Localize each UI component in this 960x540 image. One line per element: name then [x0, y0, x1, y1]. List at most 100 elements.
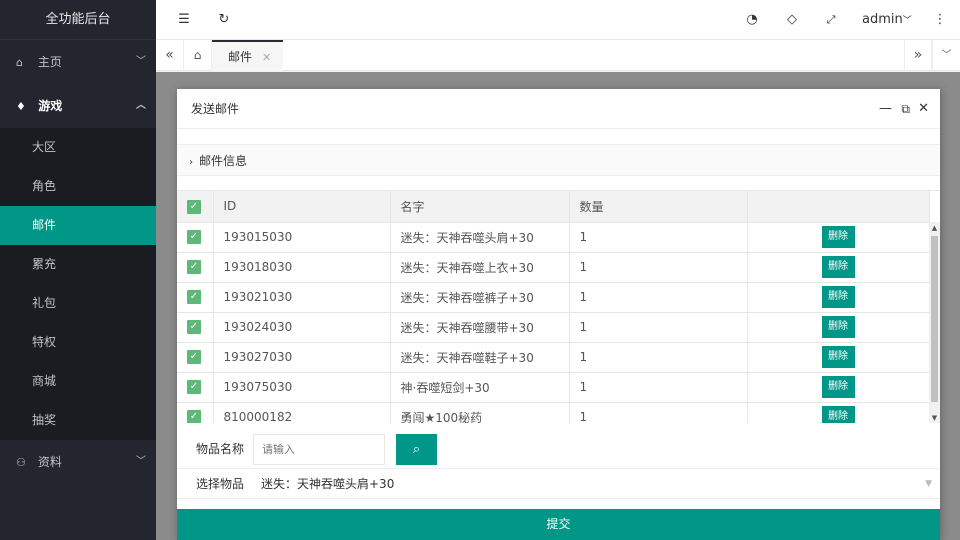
- delete-button[interactable]: 删除: [821, 406, 855, 423]
- delete-button[interactable]: 删除: [821, 226, 855, 248]
- nav-home[interactable]: ⌂ 主页 ﹀: [0, 40, 156, 84]
- search-button[interactable]: ⌕: [396, 434, 437, 465]
- scroll-thumb[interactable]: [931, 236, 938, 402]
- cell-id: 193024030: [213, 312, 391, 343]
- delete-button[interactable]: 删除: [821, 346, 855, 368]
- col-name: 名字: [390, 191, 570, 223]
- tabs-left-icon[interactable]: «: [156, 40, 184, 71]
- item-name-input[interactable]: [253, 434, 385, 465]
- chevron-up-icon: ︿: [136, 100, 146, 111]
- items-table: ✓ ID 名字 数量 ✓ 193015030 迷失：天神吞噬头肩+30 1 删除…: [177, 190, 940, 423]
- search-icon: ⌕: [412, 442, 421, 457]
- cell-qty: 1: [569, 312, 748, 343]
- tab-bar: « ⌂ 邮件 ✕ » ﹀: [156, 40, 960, 71]
- table-scrollbar[interactable]: ▲ ▼: [929, 222, 940, 423]
- tab-mail-label: 邮件: [228, 50, 253, 64]
- table-row: ✓ 193021030 迷失：天神吞噬裤子+30 1 删除: [177, 282, 930, 313]
- row-checkbox[interactable]: ✓: [187, 410, 201, 423]
- sidebar-item-lottery[interactable]: 抽奖: [0, 401, 156, 440]
- cell-id: 810000182: [213, 402, 391, 423]
- row-checkbox[interactable]: ✓: [187, 380, 201, 395]
- palette-icon[interactable]: ◔: [742, 0, 762, 40]
- menu-toggle-icon[interactable]: ☰: [174, 0, 194, 40]
- username: admin: [862, 12, 903, 27]
- table-row: ✓ 193018030 迷失：天神吞噬上衣+30 1 删除: [177, 252, 930, 283]
- cell-id: 193075030: [213, 372, 391, 403]
- fullscreen-icon[interactable]: ⤢: [821, 0, 841, 40]
- delete-button[interactable]: 删除: [821, 376, 855, 398]
- caret-down-icon: ▼: [925, 479, 932, 489]
- cell-name: 迷失：天神吞噬上衣+30: [390, 252, 570, 283]
- sidebar-item-mail[interactable]: 邮件: [0, 206, 156, 245]
- tag-icon[interactable]: ◇: [782, 0, 802, 40]
- cell-qty: 1: [569, 402, 748, 423]
- scroll-down-icon[interactable]: ▼: [929, 414, 940, 422]
- tabs-menu-icon[interactable]: ﹀: [932, 40, 960, 71]
- cell-name: 神·吞噬短剑+30: [390, 372, 570, 403]
- maximize-icon[interactable]: ⧉: [901, 89, 910, 129]
- nav-home-label: 主页: [37, 55, 62, 69]
- sidebar-item-role[interactable]: 角色: [0, 167, 156, 206]
- row-checkbox[interactable]: ✓: [187, 260, 201, 275]
- modal-title: 发送邮件: [191, 102, 240, 116]
- cell-qty: 1: [569, 342, 748, 373]
- app-title: 全功能后台: [0, 0, 156, 40]
- minimize-icon[interactable]: —: [879, 89, 892, 129]
- item-select[interactable]: 迷失：天神吞噬头肩+30 ▼: [253, 469, 940, 500]
- delete-button[interactable]: 删除: [821, 256, 855, 278]
- user-icon: ⚇: [16, 456, 26, 469]
- row-checkbox[interactable]: ✓: [187, 230, 201, 245]
- refresh-icon[interactable]: ↻: [214, 0, 234, 40]
- item-name-label: 物品名称: [195, 442, 244, 456]
- sidebar-item-shop[interactable]: 商城: [0, 362, 156, 401]
- more-icon[interactable]: ⋮: [930, 0, 950, 40]
- chevron-right-icon: ›: [189, 157, 193, 168]
- table-row: ✓ 193015030 迷失：天神吞噬头肩+30 1 删除: [177, 222, 930, 253]
- cell-id: 193015030: [213, 222, 391, 253]
- game-subnav: 大区 角色 邮件 累充 礼包 特权 商城 抽奖: [0, 128, 156, 440]
- mail-info-label: 邮件信息: [199, 154, 248, 168]
- chevron-down-icon: ﹀: [136, 56, 146, 67]
- submit-button[interactable]: 提交: [177, 509, 940, 540]
- row-checkbox[interactable]: ✓: [187, 350, 201, 365]
- sidebar-item-gift[interactable]: 礼包: [0, 284, 156, 323]
- item-select-value: 迷失：天神吞噬头肩+30: [261, 477, 395, 491]
- top-header: ☰ ↻ ◔ ◇ ⤢ admin﹀ ⋮: [156, 0, 960, 40]
- tab-mail[interactable]: 邮件 ✕: [212, 40, 284, 71]
- nav-game-label: 游戏: [38, 99, 63, 113]
- sidebar: 全功能后台 ⌂ 主页 ﹀ ♦ 游戏 ︿ 大区 角色 邮件 累充 礼包 特权 商城…: [0, 0, 156, 540]
- delete-button[interactable]: 删除: [821, 316, 855, 338]
- sidebar-item-privilege[interactable]: 特权: [0, 323, 156, 362]
- cell-qty: 1: [569, 372, 748, 403]
- nav-profile[interactable]: ⚇ 资料 ﹀: [0, 440, 156, 484]
- table-row: ✓ 193075030 神·吞噬短剑+30 1 删除: [177, 372, 930, 403]
- diamond-icon: ♦: [16, 100, 26, 113]
- sidebar-item-recharge[interactable]: 累充: [0, 245, 156, 284]
- col-id: ID: [213, 191, 391, 223]
- scroll-up-icon[interactable]: ▲: [929, 224, 940, 232]
- cell-name: 迷失：天神吞噬腰带+30: [390, 312, 570, 343]
- cell-name: 迷失：天神吞噬鞋子+30: [390, 342, 570, 373]
- cell-name: 迷失：天神吞噬头肩+30: [390, 222, 570, 253]
- mail-info-collapse[interactable]: › 邮件信息: [177, 144, 940, 176]
- select-all-checkbox[interactable]: ✓: [187, 199, 201, 214]
- table-row: ✓ 193024030 迷失：天神吞噬腰带+30 1 删除: [177, 312, 930, 343]
- item-name-row: 物品名称 ⌕: [177, 434, 940, 465]
- col-op: [747, 191, 930, 223]
- tabs-right-icon[interactable]: »: [904, 40, 932, 71]
- user-menu[interactable]: admin﹀: [862, 0, 912, 40]
- modal-title-bar: 发送邮件 — ⧉ ✕: [177, 89, 940, 129]
- close-icon[interactable]: ✕: [918, 89, 929, 129]
- chevron-down-icon: ﹀: [902, 16, 912, 26]
- row-checkbox[interactable]: ✓: [187, 290, 201, 305]
- select-item-label: 选择物品: [195, 477, 244, 491]
- nav-game[interactable]: ♦ 游戏 ︿: [0, 84, 156, 128]
- select-item-row: 选择物品 迷失：天神吞噬头肩+30 ▼: [177, 468, 940, 499]
- cell-id: 193027030: [213, 342, 391, 373]
- sidebar-item-region[interactable]: 大区: [0, 128, 156, 167]
- delete-button[interactable]: 删除: [821, 286, 855, 308]
- close-icon[interactable]: ✕: [262, 51, 271, 64]
- home-tab-icon[interactable]: ⌂: [184, 40, 212, 71]
- row-checkbox[interactable]: ✓: [187, 320, 201, 335]
- table-row: ✓ 810000182 勇闯★100秘药 1 删除: [177, 402, 930, 423]
